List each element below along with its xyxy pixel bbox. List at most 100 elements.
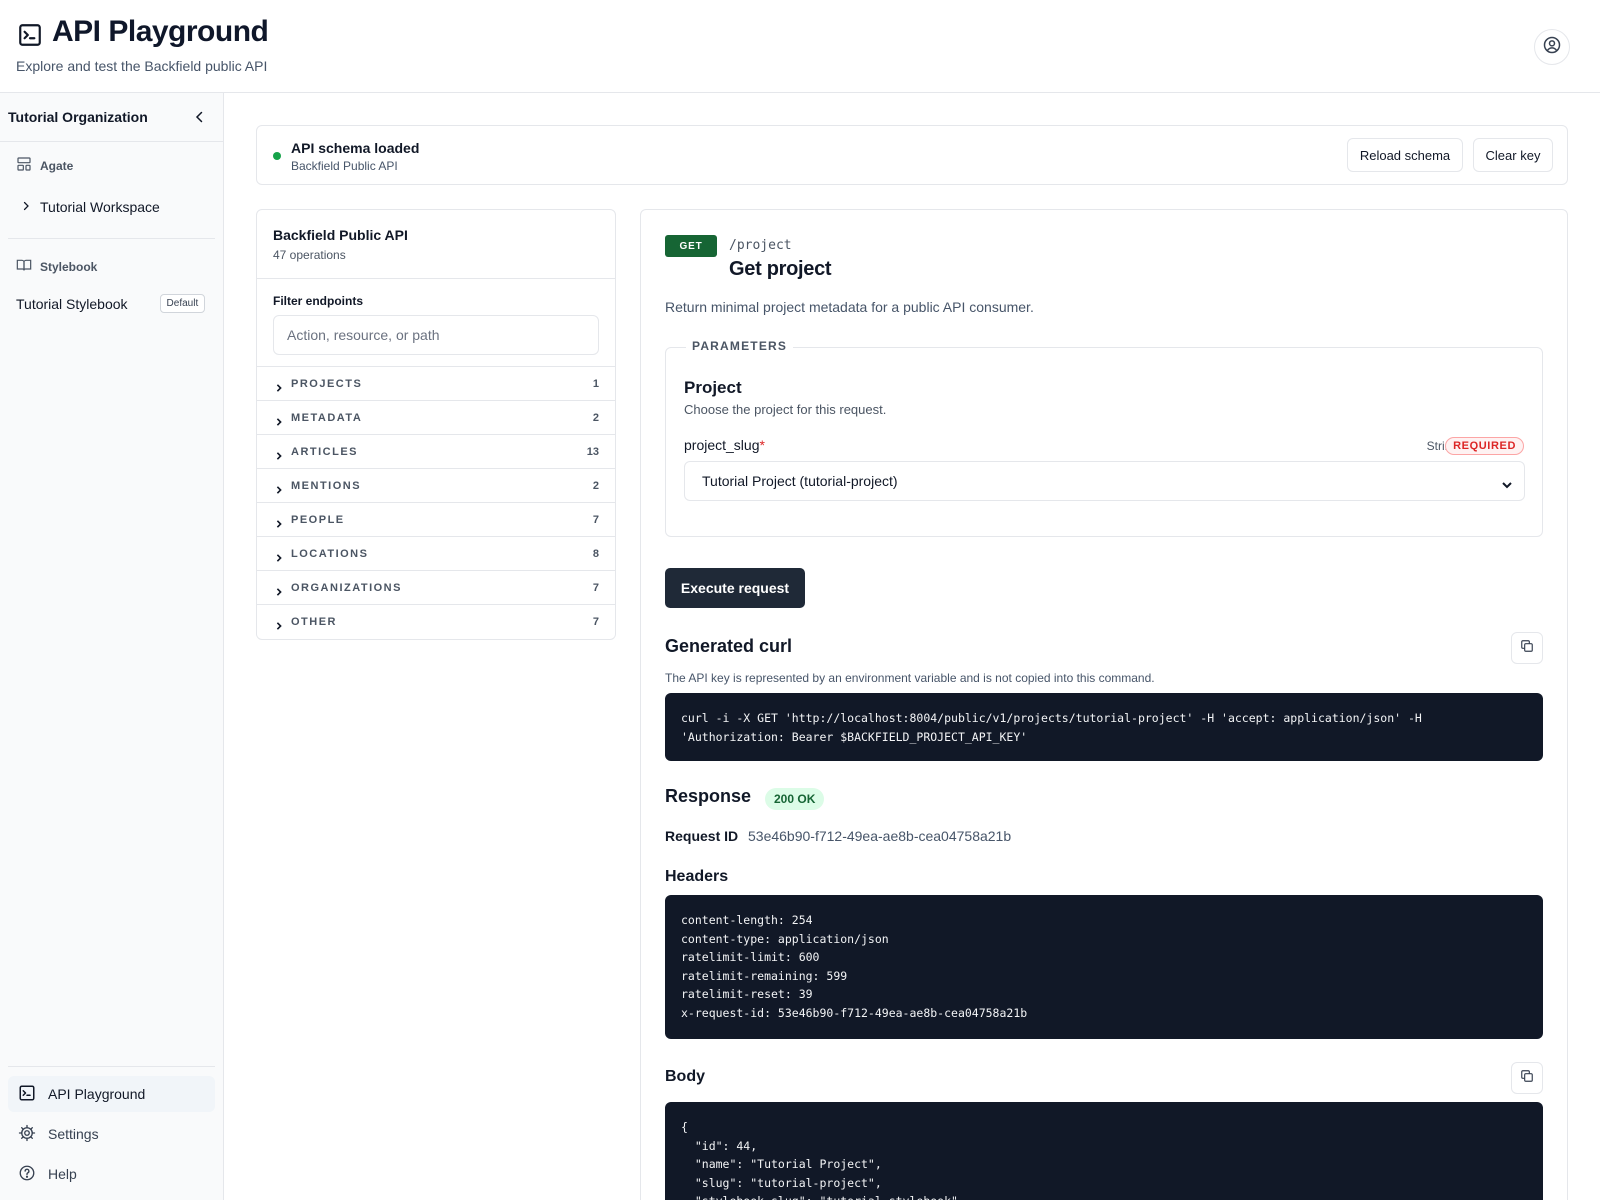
copy-icon (1520, 639, 1534, 658)
api-title: Backfield Public API (273, 227, 408, 243)
sidebar-item-workspace[interactable]: Tutorial Workspace (20, 199, 160, 215)
operation-description: Return minimal project metadata for a pu… (665, 299, 1034, 315)
curl-note: The API key is represented by an environ… (665, 671, 1155, 685)
sidebar-item-label: Tutorial Workspace (40, 199, 160, 215)
chevron-right-icon (275, 447, 283, 460)
parameters-legend: PARAMETERS (686, 339, 794, 353)
user-menu-button[interactable] (1534, 29, 1570, 65)
filter-endpoints-input[interactable]: Action, resource, or path (273, 315, 599, 355)
sidebar-item-settings[interactable]: Settings (8, 1116, 215, 1152)
copy-icon (1520, 1069, 1534, 1088)
chevron-right-icon (275, 413, 283, 426)
chevron-right-icon (275, 515, 283, 528)
app-header: API Playground Explore and test the Back… (0, 0, 1600, 93)
clear-key-button[interactable]: Clear key (1473, 138, 1553, 172)
param-group-title: Project (684, 378, 742, 397)
endpoint-group-other[interactable]: OTHER 7 (257, 604, 615, 638)
curl-code-block[interactable]: curl -i -X GET 'http://localhost:8004/pu… (665, 693, 1543, 761)
endpoint-group-projects[interactable]: PROJECTS 1 (257, 366, 615, 400)
endpoint-group-organizations[interactable]: ORGANIZATIONS 7 (257, 570, 615, 604)
chevron-right-icon (20, 199, 32, 215)
group-count: 7 (592, 581, 599, 594)
sidebar-item-api-playground[interactable]: API Playground (8, 1076, 215, 1112)
headers-title: Headers (665, 868, 729, 885)
status-title: API schema loaded (291, 140, 420, 156)
group-count: 13 (586, 445, 599, 458)
chevron-right-icon (275, 549, 283, 562)
layout-icon (16, 156, 32, 175)
book-icon (16, 257, 32, 276)
body-title: Body (665, 1068, 705, 1085)
chevron-down-icon (1502, 477, 1512, 489)
response-title: Response (665, 786, 752, 806)
sidebar-section-label: Agate (40, 158, 74, 173)
sidebar-item-help[interactable]: Help (8, 1156, 215, 1192)
org-switcher[interactable]: Tutorial Organization (0, 93, 223, 142)
group-count: 8 (592, 547, 599, 560)
operation-detail: GET /project Get project Return minimal … (640, 209, 1568, 1200)
operation-count: 47 operations (273, 248, 346, 262)
chevron-left-icon[interactable] (191, 108, 209, 126)
sidebar-section-agate: Agate (16, 156, 73, 175)
sidebar-section-stylebook: Stylebook (16, 257, 97, 276)
reload-schema-button[interactable]: Reload schema (1347, 138, 1463, 172)
copy-body-button[interactable] (1511, 1062, 1543, 1094)
group-label: PROJECTS (291, 377, 363, 390)
endpoint-group-metadata[interactable]: METADATA 2 (257, 400, 615, 434)
endpoint-group-articles[interactable]: ARTICLES 13 (257, 434, 615, 468)
terminal-icon (17, 22, 43, 48)
operation-path: /project (729, 238, 792, 253)
status-badge: 200 OK (765, 788, 825, 810)
endpoint-list: Backfield Public API 47 operations Filte… (256, 209, 616, 640)
required-marker: * (759, 437, 765, 453)
org-name: Tutorial Organization (8, 109, 148, 125)
sidebar-item-label: Settings (48, 1126, 99, 1142)
select-value: Tutorial Project (tutorial-project) (702, 473, 898, 489)
page-title: API Playground (52, 15, 269, 48)
terminal-icon (18, 1084, 36, 1105)
endpoint-group-locations[interactable]: LOCATIONS 8 (257, 536, 615, 570)
gear-icon (18, 1124, 36, 1145)
group-count: 2 (592, 479, 599, 492)
default-badge: Default (159, 294, 206, 313)
param-name: project_slug* (684, 437, 765, 453)
group-label: METADATA (291, 411, 363, 424)
param-name-label: project_slug (684, 437, 760, 453)
divider (257, 278, 615, 279)
endpoint-group-people[interactable]: PEOPLE 7 (257, 502, 615, 536)
endpoint-group-mentions[interactable]: MENTIONS 2 (257, 468, 615, 502)
chevron-right-icon (275, 481, 283, 494)
execute-request-button[interactable]: Execute request (665, 568, 805, 608)
project-slug-select[interactable]: Tutorial Project (tutorial-project) (684, 461, 1525, 501)
sidebar-divider (8, 238, 215, 239)
sidebar-section-label: Stylebook (40, 259, 98, 274)
user-circle-icon (1542, 35, 1562, 60)
group-label: ORGANIZATIONS (291, 581, 402, 594)
param-group-description: Choose the project for this request. (684, 402, 887, 417)
group-count: 7 (592, 513, 599, 526)
copy-curl-button[interactable] (1511, 632, 1543, 664)
group-label: LOCATIONS (291, 547, 369, 560)
schema-status-card: API schema loaded Backfield Public API R… (256, 125, 1568, 185)
body-code-block[interactable]: { "id": 44, "name": "Tutorial Project", … (665, 1102, 1543, 1200)
sidebar-item-label: API Playground (48, 1086, 146, 1102)
status-subtitle: Backfield Public API (291, 159, 398, 173)
request-id-label: Request ID (665, 828, 739, 844)
headers-code-block[interactable]: content-length: 254 content-type: applic… (665, 895, 1543, 1039)
chevron-right-icon (275, 617, 283, 630)
page-subtitle: Explore and test the Backfield public AP… (16, 58, 268, 74)
chevron-right-icon (275, 379, 283, 392)
filter-label: Filter endpoints (273, 294, 363, 308)
sidebar-divider (8, 1066, 215, 1067)
group-count: 2 (592, 411, 599, 424)
help-circle-icon (18, 1164, 36, 1185)
group-count: 7 (592, 615, 599, 628)
sidebar: Tutorial Organization Agate Tutorial Wor… (0, 93, 224, 1200)
chevron-right-icon (275, 583, 283, 596)
request-id-value: 53e46b90-f712-49ea-ae8b-cea04758a21b (748, 828, 1012, 844)
group-label: PEOPLE (291, 513, 345, 526)
group-label: OTHER (291, 615, 337, 628)
method-badge: GET (665, 235, 717, 257)
sidebar-item-stylebook[interactable]: Tutorial Stylebook Default (16, 294, 206, 313)
parameters-panel: PARAMETERS Project Choose the project fo… (665, 339, 1543, 537)
